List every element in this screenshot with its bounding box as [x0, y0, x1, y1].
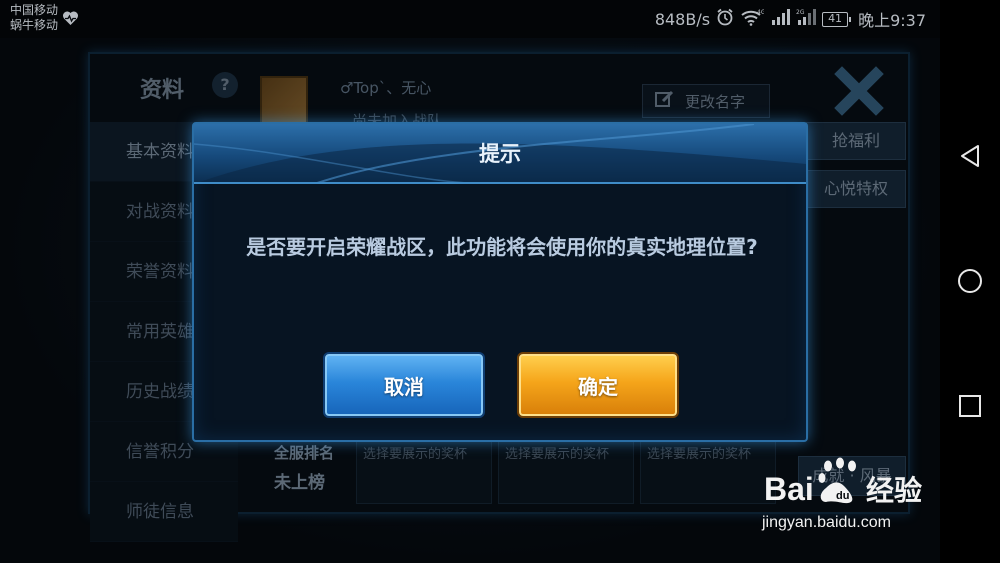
carrier-2: 蜗牛移动	[10, 18, 59, 32]
cancel-label: 取消	[384, 374, 424, 399]
home-icon[interactable]	[955, 266, 985, 296]
prompt-dialog: 提示 是否要开启荣耀战区，此功能将会使用你的真实地理位置? 取消 确定	[192, 122, 808, 442]
battery-icon: 41	[822, 11, 852, 27]
carrier-info: 中国移动 蜗牛移动	[10, 3, 58, 33]
baidu-logo: Bai du 经验	[764, 457, 922, 507]
dialog-title: 提示	[479, 142, 521, 166]
status-indicators: 848B/s 4G 2G 41 晚上9:37	[655, 8, 926, 30]
svg-text:du: du	[836, 490, 849, 502]
net-speed: 848B/s	[654, 9, 711, 29]
svg-text:经验: 经验	[866, 474, 922, 507]
confirm-label: 确定	[578, 374, 618, 399]
baidu-jingyan-watermark: Bai du 经验 jingyan.baidu.com	[760, 456, 940, 546]
battery-level: 41	[828, 11, 843, 25]
alarm-icon	[716, 8, 734, 30]
cancel-button[interactable]: 取消	[325, 354, 483, 416]
status-bar: 中国移动 蜗牛移动 848B/s 4G 2G 41 晚上9:37	[0, 0, 940, 38]
watermark-url: jingyan.baidu.com	[762, 514, 891, 531]
signal-icon: 2G	[796, 8, 817, 30]
dialog-message: 是否要开启荣耀战区，此功能将会使用你的真实地理位置?	[246, 235, 758, 259]
svg-text:2G: 2G	[796, 9, 805, 16]
clock: 晚上9:37	[858, 11, 926, 30]
recents-icon[interactable]	[955, 391, 985, 421]
heart-rate-icon	[62, 10, 79, 26]
dialog-header: 提示	[194, 124, 806, 184]
confirm-button[interactable]: 确定	[519, 354, 677, 416]
back-icon[interactable]	[955, 141, 985, 171]
signal-icon	[770, 8, 791, 30]
wifi-icon: 4G	[740, 8, 766, 30]
carrier-1: 中国移动	[10, 3, 59, 17]
svg-text:4G: 4G	[757, 9, 764, 16]
svg-text:Bai: Bai	[764, 471, 814, 507]
navigation-bar	[940, 0, 1000, 563]
